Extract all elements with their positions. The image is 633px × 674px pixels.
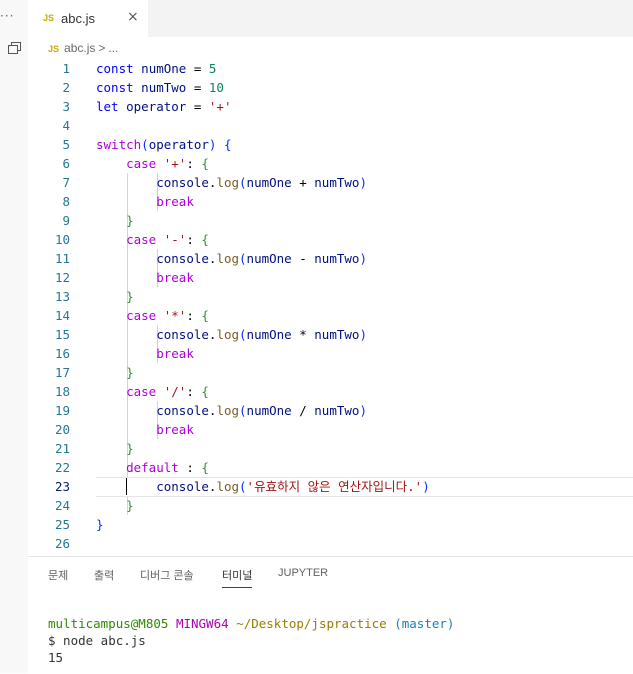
breadcrumb-ellipsis[interactable]: ... [108,41,118,55]
line-number: 7 [62,175,70,190]
tab-output[interactable]: 출력 [94,567,114,583]
terminal-result: 15 [48,650,64,665]
line-number: 9 [62,213,70,228]
code-line[interactable]: 10 case '-': { [28,230,633,249]
line-number: 3 [62,99,70,114]
code-line[interactable]: 2 const numTwo = 10 [28,78,633,97]
line-number: 23 [54,479,70,494]
line-number: 6 [62,156,70,171]
line-number: 24 [54,498,70,513]
line-number: 12 [54,270,70,285]
code-line[interactable]: 16 break [28,344,633,363]
line-number: 15 [54,327,70,342]
code-line[interactable]: 19 console.log(numOne / numTwo) [28,401,633,420]
tab-jupyter[interactable]: JUPYTER [278,567,328,579]
code-line[interactable]: 5 switch(operator) { [28,135,633,154]
tab-problems[interactable]: 문제 [48,567,68,583]
restore-icon[interactable] [8,42,21,54]
line-number: 5 [62,137,70,152]
breadcrumb-separator: > [98,41,106,55]
javascript-file-icon: JS [48,44,60,54]
terminal-user: multicampus@M805 [48,616,169,631]
line-number: 21 [54,441,70,456]
tab-debug-console[interactable]: 디버그 콘솔 [140,567,194,583]
terminal-output[interactable]: multicampus@M805 MINGW64 ~/Desktop/jspra… [48,615,454,666]
code-line[interactable]: 3 let operator = '+' [28,97,633,116]
code-line[interactable]: 22 default : { [28,458,633,477]
line-number: 10 [54,232,70,247]
code-line[interactable]: 7 console.log(numOne + numTwo) [28,173,633,192]
code-line-current[interactable]: 23 console.log('유효하지 않은 연산자입니다.') [28,477,633,497]
code-line[interactable]: 24 } [28,496,633,515]
code-line[interactable]: 8 break [28,192,633,211]
terminal-command: $ node abc.js [48,633,146,648]
editor-tab-bar: JS abc.js × [28,0,633,37]
activity-bar: ··· [0,0,28,673]
line-number: 17 [54,365,70,380]
tab-terminal[interactable]: 터미널 [222,567,253,588]
code-line[interactable]: 18 case '/': { [28,382,633,401]
line-number: 11 [54,251,70,266]
code-line[interactable]: 4 [28,116,633,135]
terminal-path: ~/Desktop/jspractice [236,616,387,631]
line-number: 14 [54,308,70,323]
line-number: 19 [54,403,70,418]
code-line[interactable]: 12 break [28,268,633,287]
code-line[interactable]: 25} [28,515,633,534]
code-line[interactable]: 14 case '*': { [28,306,633,325]
code-line[interactable]: 20 break [28,420,633,439]
line-number: 25 [54,517,70,532]
line-number: 1 [62,61,70,76]
code-line[interactable]: 21 } [28,439,633,458]
line-number: 13 [54,289,70,304]
line-number: 20 [54,422,70,437]
breadcrumb: JS abc.js >... [48,41,118,57]
line-number: 26 [54,536,70,551]
tab-label: abc.js [61,11,95,26]
breadcrumb-file[interactable]: abc.js [64,41,95,55]
line-number: 22 [54,460,70,475]
line-number: 2 [62,80,70,95]
terminal-system: MINGW64 [175,616,229,631]
code-line[interactable]: 13 } [28,287,633,306]
terminal-prompt-line: multicampus@M805 MINGW64 ~/Desktop/jspra… [48,615,454,632]
code-line[interactable]: 26 [28,534,633,553]
code-line[interactable]: 17 } [28,363,633,382]
line-number: 16 [54,346,70,361]
code-line[interactable]: 15 console.log(numOne * numTwo) [28,325,633,344]
code-editor[interactable]: 1 const numOne = 5 2 const numTwo = 10 3 le… [28,59,633,553]
close-icon[interactable]: × [127,9,139,25]
line-number: 8 [62,194,70,209]
more-actions-icon[interactable]: ··· [0,9,14,23]
javascript-file-icon: JS [43,13,55,23]
line-number: 4 [62,118,70,133]
tab-abc-js[interactable]: JS abc.js × [28,0,148,37]
code-line[interactable]: 1 const numOne = 5 [28,59,633,78]
code-line[interactable]: 9 } [28,211,633,230]
code-line[interactable]: 11 console.log(numOne - numTwo) [28,249,633,268]
line-number: 18 [54,384,70,399]
terminal-branch: (master) [394,616,455,631]
code-line[interactable]: 6 case '+': { [28,154,633,173]
bottom-panel: 문제 출력 디버그 콘솔 터미널 JUPYTER multicampus@M80… [28,556,633,674]
